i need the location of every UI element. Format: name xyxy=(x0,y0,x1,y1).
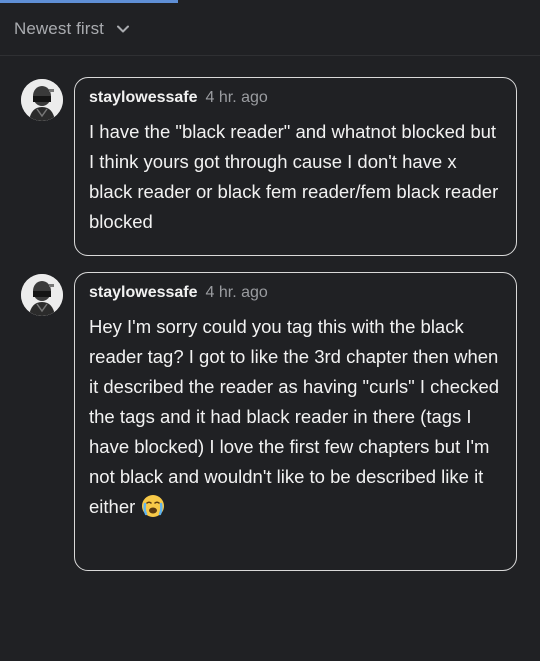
comment-meta: staylowessafe 4 hr. ago xyxy=(89,284,502,306)
comment-time: 4 hr. ago xyxy=(205,284,268,301)
comment-time: 4 hr. ago xyxy=(205,89,268,106)
chevron-down-icon xyxy=(117,25,129,33)
sort-dropdown[interactable]: Newest first xyxy=(14,17,130,41)
avatar[interactable] xyxy=(21,79,63,121)
sort-bar: Newest first xyxy=(0,3,540,56)
comment-text: I have the "black reader" and whatnot bl… xyxy=(89,121,499,232)
crying-face-emoji-icon xyxy=(142,495,165,517)
comment-meta: staylowessafe 4 hr. ago xyxy=(89,89,502,111)
comment-username[interactable]: staylowessafe xyxy=(89,89,198,107)
comments-page: Newest first staylowessafe 4 hr. ago I h… xyxy=(0,0,540,661)
avatar-image xyxy=(21,274,63,316)
comment-username[interactable]: staylowessafe xyxy=(89,284,198,302)
comment-text: Hey I'm sorry could you tag this with th… xyxy=(89,316,500,517)
avatar[interactable] xyxy=(21,274,63,316)
sort-label: Newest first xyxy=(14,19,104,38)
comment-text-container: Hey I'm sorry could you tag this with th… xyxy=(89,312,502,522)
avatar-image xyxy=(21,79,63,121)
comment-bubble: staylowessafe 4 hr. ago I have the "blac… xyxy=(74,77,517,256)
comment-bubble: staylowessafe 4 hr. ago Hey I'm sorry co… xyxy=(74,272,517,571)
